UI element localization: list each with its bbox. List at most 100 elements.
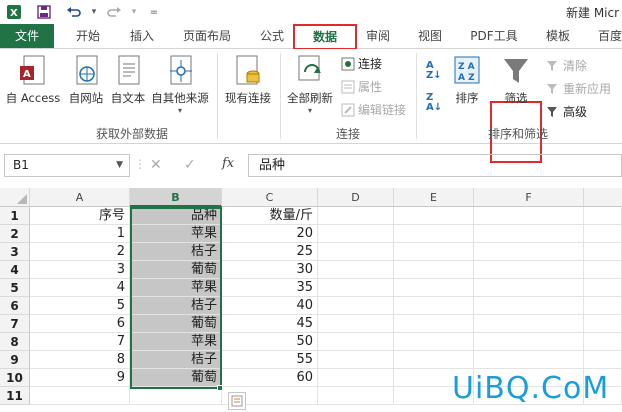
cell-c2[interactable]: 20 [222, 225, 318, 243]
row-header[interactable]: 11 [0, 387, 30, 405]
redo-icon[interactable] [104, 2, 124, 22]
tab-templates[interactable]: 模板 [540, 24, 576, 48]
row-header[interactable]: 10 [0, 369, 30, 387]
cell-d7[interactable] [318, 315, 394, 333]
cell-g4[interactable] [584, 261, 622, 279]
edit-links-button[interactable]: 编辑链接 [341, 101, 406, 118]
tab-insert[interactable]: 插入 [124, 24, 160, 48]
tab-baidu[interactable]: 百度 [592, 24, 622, 48]
redo-dropdown-icon[interactable]: ▾ [124, 2, 144, 22]
undo-dropdown-icon[interactable]: ▾ [84, 2, 104, 22]
reapply-button[interactable]: 重新应用 [546, 80, 611, 97]
cell-g3[interactable] [584, 243, 622, 261]
cell-d9[interactable] [318, 351, 394, 369]
cell-a6[interactable]: 5 [30, 297, 130, 315]
cell-c3[interactable]: 25 [222, 243, 318, 261]
column-header-e[interactable]: E [394, 188, 474, 207]
cell-g7[interactable] [584, 315, 622, 333]
row-header[interactable]: 1 [0, 207, 30, 225]
cell-d3[interactable] [318, 243, 394, 261]
cell-d11[interactable] [318, 387, 394, 405]
cell-e1[interactable] [394, 207, 474, 225]
cell-g9[interactable] [584, 351, 622, 369]
cell-f7[interactable] [474, 315, 584, 333]
cell-g6[interactable] [584, 297, 622, 315]
cell-f1[interactable] [474, 207, 584, 225]
tab-view[interactable]: 视图 [412, 24, 448, 48]
tab-file[interactable]: 文件 [0, 24, 54, 48]
cell-a10[interactable]: 9 [30, 369, 130, 387]
row-header[interactable]: 9 [0, 351, 30, 369]
quick-analysis-button[interactable] [228, 392, 246, 410]
cell-f8[interactable] [474, 333, 584, 351]
cell-b9[interactable]: 桔子 [130, 351, 222, 369]
tab-data[interactable]: 数据 [295, 26, 355, 48]
cell-d4[interactable] [318, 261, 394, 279]
existing-connections-button[interactable]: 现有连接 [220, 54, 276, 106]
cell-b3[interactable]: 桔子 [130, 243, 222, 261]
row-header[interactable]: 4 [0, 261, 30, 279]
column-header-b[interactable]: B [130, 188, 222, 207]
cell-d10[interactable] [318, 369, 394, 387]
cell-e6[interactable] [394, 297, 474, 315]
cell-b1[interactable]: 品种 [130, 207, 222, 225]
cell-e2[interactable] [394, 225, 474, 243]
cell-d8[interactable] [318, 333, 394, 351]
cell-a4[interactable]: 3 [30, 261, 130, 279]
cell-f3[interactable] [474, 243, 584, 261]
cell-b11[interactable] [130, 387, 222, 405]
row-header[interactable]: 2 [0, 225, 30, 243]
row-header[interactable]: 6 [0, 297, 30, 315]
cell-c8[interactable]: 50 [222, 333, 318, 351]
cell-a7[interactable]: 6 [30, 315, 130, 333]
formula-input[interactable]: 品种 [248, 154, 622, 177]
cell-b10[interactable]: 葡萄 [130, 369, 222, 387]
cell-c5[interactable]: 35 [222, 279, 318, 297]
cell-a3[interactable]: 2 [30, 243, 130, 261]
column-header-c[interactable]: C [222, 188, 318, 207]
cell-f4[interactable] [474, 261, 584, 279]
cell-g8[interactable] [584, 333, 622, 351]
cell-g2[interactable] [584, 225, 622, 243]
sort-descending-button[interactable]: Z A↓ [426, 93, 442, 113]
tab-formulas[interactable]: 公式 [254, 24, 290, 48]
from-other-sources-button[interactable]: 自其他来源 ▾ [148, 54, 212, 115]
cell-c6[interactable]: 40 [222, 297, 318, 315]
cell-b4[interactable]: 葡萄 [130, 261, 222, 279]
cell-d5[interactable] [318, 279, 394, 297]
tab-pdf-tools[interactable]: PDF工具 [464, 24, 524, 48]
undo-icon[interactable] [64, 2, 84, 22]
name-box[interactable]: B1 ▼ [4, 154, 130, 177]
cell-a8[interactable]: 7 [30, 333, 130, 351]
column-header-a[interactable]: A [30, 188, 130, 207]
insert-function-icon[interactable]: fx [222, 156, 234, 171]
advanced-button[interactable]: 高级 [546, 103, 587, 120]
column-header-g[interactable] [584, 188, 622, 207]
cell-b7[interactable]: 葡萄 [130, 315, 222, 333]
refresh-all-button[interactable]: 全部刷新 ▾ [284, 54, 336, 115]
row-header[interactable]: 5 [0, 279, 30, 297]
cell-a9[interactable]: 8 [30, 351, 130, 369]
save-icon[interactable] [34, 2, 54, 22]
column-header-f[interactable]: F [474, 188, 584, 207]
column-header-d[interactable]: D [318, 188, 394, 207]
select-all-corner[interactable] [0, 188, 30, 207]
cell-c7[interactable]: 45 [222, 315, 318, 333]
row-header[interactable]: 8 [0, 333, 30, 351]
cell-d2[interactable] [318, 225, 394, 243]
cell-c9[interactable]: 55 [222, 351, 318, 369]
cell-c10[interactable]: 60 [222, 369, 318, 387]
filter-button[interactable]: 筛选 [494, 54, 538, 106]
tab-review[interactable]: 审阅 [360, 24, 396, 48]
from-web-button[interactable]: 自网站 [64, 54, 108, 106]
cell-a5[interactable]: 4 [30, 279, 130, 297]
cell-b5[interactable]: 苹果 [130, 279, 222, 297]
cell-d6[interactable] [318, 297, 394, 315]
cell-e8[interactable] [394, 333, 474, 351]
clear-button[interactable]: 清除 [546, 57, 587, 74]
row-header[interactable]: 3 [0, 243, 30, 261]
cell-e7[interactable] [394, 315, 474, 333]
cell-f6[interactable] [474, 297, 584, 315]
cell-a1[interactable]: 序号 [30, 207, 130, 225]
sort-ascending-button[interactable]: A Z↓ [426, 61, 442, 81]
